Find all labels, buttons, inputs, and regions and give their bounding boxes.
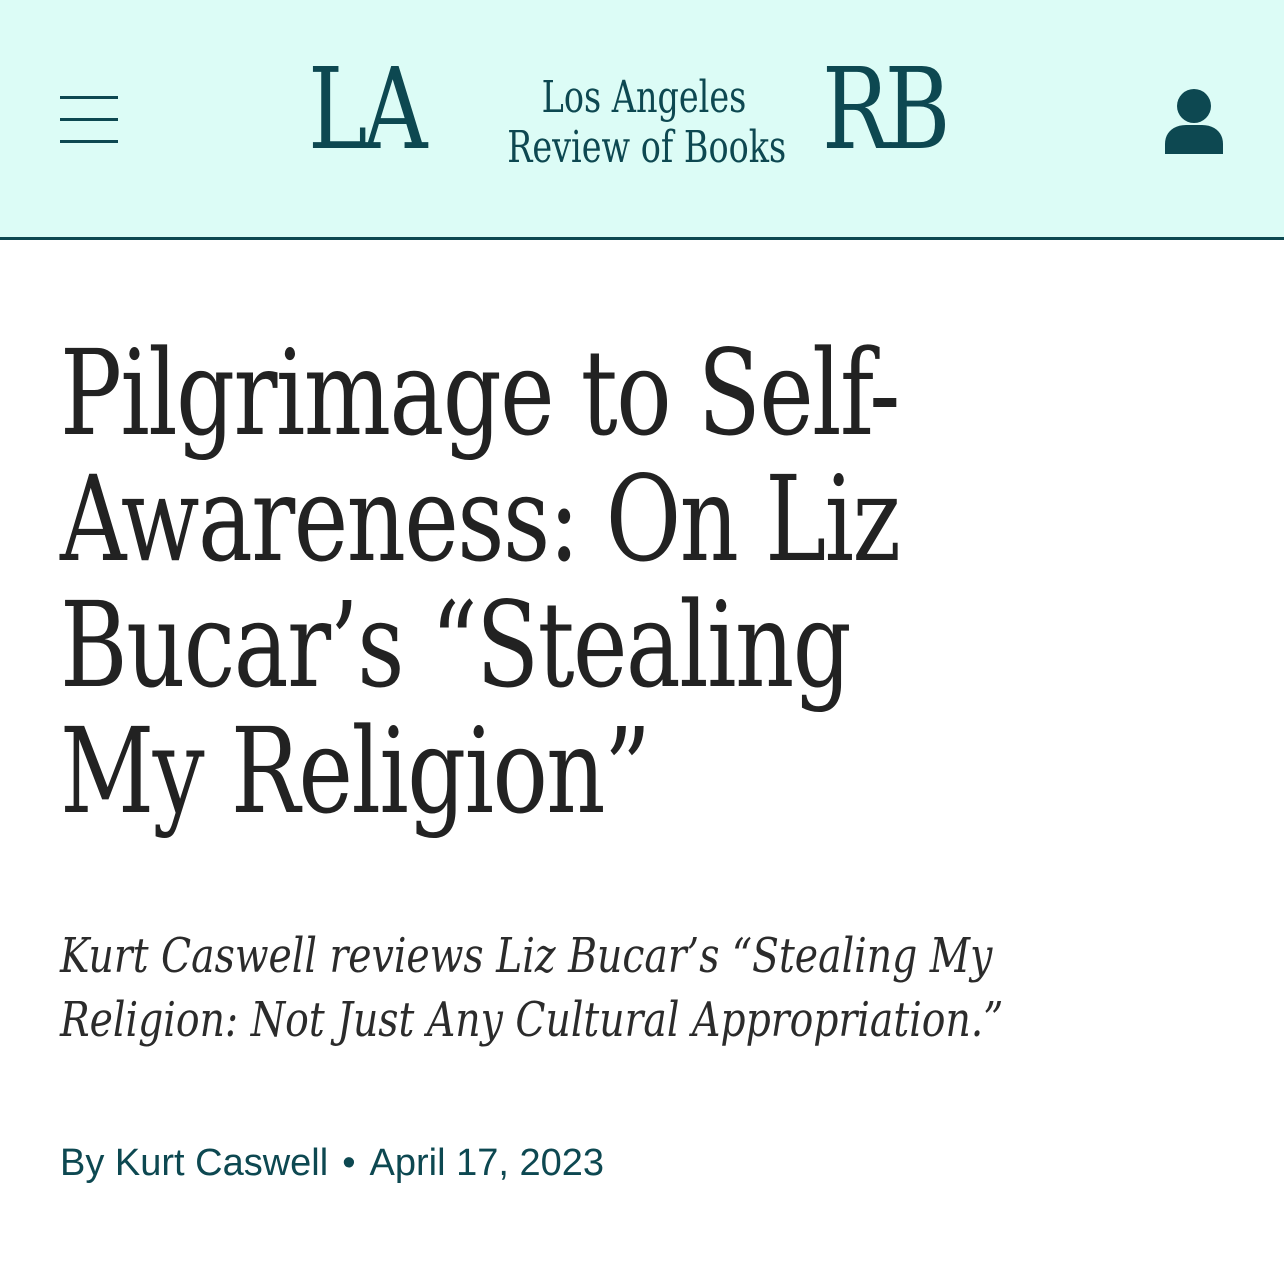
logo-rb: RB	[822, 45, 951, 175]
article-headline: Pilgrimage to Self-Awareness: On Liz Buc…	[60, 324, 901, 840]
user-icon	[1165, 89, 1223, 154]
logo-line-los-angeles: Los Angeles	[541, 72, 747, 123]
site-logo[interactable]: LA Los Angeles Review of Books RB	[308, 54, 978, 180]
byline-separator: •	[342, 1142, 356, 1184]
article-dek: Kurt Caswell reviews Liz Bucar’s “Steali…	[60, 928, 1004, 1048]
byline-author[interactable]: By Kurt Caswell	[60, 1142, 328, 1184]
logo-la: LA	[308, 45, 427, 175]
menu-button[interactable]	[58, 92, 122, 148]
byline: By Kurt Caswell • April 17, 2023	[60, 1140, 604, 1186]
site-header: LA Los Angeles Review of Books RB	[0, 0, 1284, 240]
byline-date: April 17, 2023	[369, 1142, 605, 1184]
logo-line-review-of-books: Review of Books	[507, 122, 787, 173]
account-button[interactable]	[1162, 86, 1226, 156]
